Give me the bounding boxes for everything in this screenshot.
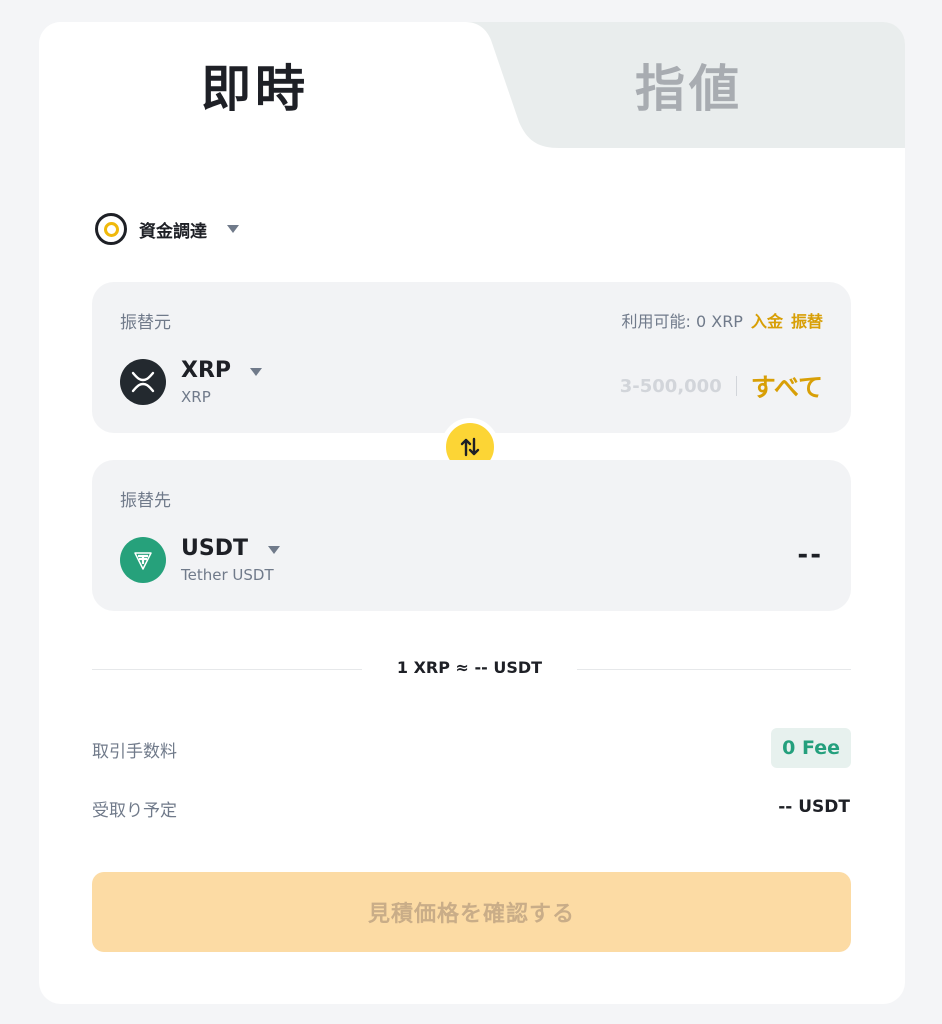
usdt-icon[interactable] [120,537,166,583]
from-coin-name: XRP [181,388,211,406]
from-coin-caret-icon[interactable] [250,368,262,376]
divider-right [577,669,851,670]
funding-account-selector[interactable]: 資金調達 [95,212,239,246]
fee-label: 取引手数料 [92,742,177,762]
to-coin-name: Tether USDT [181,566,274,584]
divider-left [92,669,362,670]
available-balance: 利用可能: 0 XRP 入金 振替 [621,308,823,332]
max-button[interactable]: すべて [751,368,823,404]
from-title: 振替元 [120,313,171,333]
exchange-rate: 1 XRP ≈ -- USDT [396,658,543,677]
deposit-link[interactable]: 入金 [751,308,783,332]
from-amount-input[interactable]: 3-500,000 [620,376,722,397]
from-amount-area: 3-500,000 すべて [620,368,823,404]
funding-account-label: 資金調達 [139,221,207,242]
divider [735,376,737,396]
from-panel: 振替元 利用可能: 0 XRP 入金 振替 XRP XRP 3-500,000 … [92,282,851,433]
tab-instant[interactable]: 即時 [201,54,309,124]
from-coin-symbol[interactable]: XRP [181,358,231,383]
to-title: 振替先 [120,491,171,511]
receive-label: 受取り予定 [92,801,177,821]
swap-arrows-icon [460,437,480,457]
available-text: 利用可能: 0 XRP [621,312,743,331]
fee-badge: 0 Fee [771,728,851,768]
tab-instant-background [39,22,739,148]
transfer-link[interactable]: 振替 [791,308,823,332]
confirm-quote-button[interactable]: 見積価格を確認する [92,872,851,952]
to-panel: 振替先 USDT Tether USDT -- [92,460,851,611]
convert-card: 即時 指値 資金調達 振替元 利用可能: 0 XRP 入金 振替 XRP XRP… [39,22,905,1004]
funding-coin-icon [95,213,127,245]
receive-value: -- USDT [778,797,850,817]
to-coin-caret-icon[interactable] [268,546,280,554]
to-coin-symbol[interactable]: USDT [181,536,248,561]
xrp-icon[interactable] [120,359,166,405]
tab-limit[interactable]: 指値 [635,54,743,124]
caret-down-icon [227,225,239,233]
to-amount: -- [797,540,823,570]
